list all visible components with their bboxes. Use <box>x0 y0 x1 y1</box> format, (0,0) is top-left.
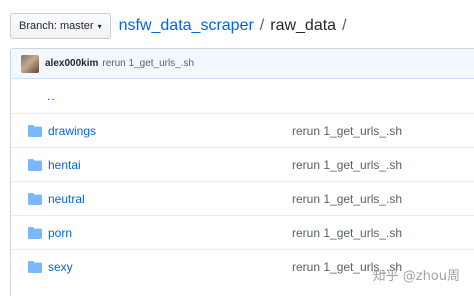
folder-name-link[interactable]: hentai <box>48 158 292 172</box>
breadcrumb-current-folder: raw_data <box>270 17 337 34</box>
breadcrumb: nsfw_data_scraper / raw_data / <box>119 17 353 35</box>
commit-message-link[interactable]: rerun 1_get_urls_.sh <box>102 58 194 69</box>
table-row: hentai rerun 1_get_urls_.sh <box>11 147 474 181</box>
folder-icon <box>28 260 42 273</box>
folder-name-link[interactable]: porn <box>48 226 292 240</box>
parent-directory-row[interactable]: .. <box>11 79 474 113</box>
latest-commit-bar: alex000kim rerun 1_get_urls_.sh <box>11 49 474 79</box>
page: Branch: master ▾ nsfw_data_scraper / raw… <box>0 0 474 296</box>
branch-label: Branch: master <box>19 20 94 32</box>
folder-name-link[interactable]: drawings <box>48 124 292 138</box>
table-row: porn rerun 1_get_urls_.sh <box>11 215 474 249</box>
table-row: neutral rerun 1_get_urls_.sh <box>11 181 474 215</box>
file-list: alex000kim rerun 1_get_urls_.sh .. drawi… <box>10 48 474 296</box>
breadcrumb-repo-link[interactable]: nsfw_data_scraper <box>119 17 254 35</box>
breadcrumb-separator: / <box>259 17 265 34</box>
row-commit-message-link[interactable]: rerun 1_get_urls_.sh <box>292 226 402 240</box>
chevron-down-icon: ▾ <box>97 21 102 31</box>
branch-select-button[interactable]: Branch: master ▾ <box>10 13 111 39</box>
folder-name-link[interactable]: neutral <box>48 192 292 206</box>
row-commit-message-link[interactable]: rerun 1_get_urls_.sh <box>292 124 402 138</box>
breadcrumb-separator: / <box>342 17 347 34</box>
folder-icon <box>28 124 42 137</box>
top-bar: Branch: master ▾ nsfw_data_scraper / raw… <box>10 12 353 40</box>
commit-author-link[interactable]: alex000kim <box>45 58 98 69</box>
parent-directory-link[interactable]: .. <box>47 89 56 103</box>
folder-icon <box>28 158 42 171</box>
avatar[interactable] <box>21 54 39 73</box>
watermark: 知乎 @zhou周 <box>372 269 460 284</box>
folder-name-link[interactable]: sexy <box>48 260 292 274</box>
row-commit-message-link[interactable]: rerun 1_get_urls_.sh <box>292 158 402 172</box>
row-commit-message-link[interactable]: rerun 1_get_urls_.sh <box>292 192 402 206</box>
table-row: drawings rerun 1_get_urls_.sh <box>11 113 474 147</box>
folder-icon <box>28 226 42 239</box>
folder-icon <box>28 192 42 205</box>
